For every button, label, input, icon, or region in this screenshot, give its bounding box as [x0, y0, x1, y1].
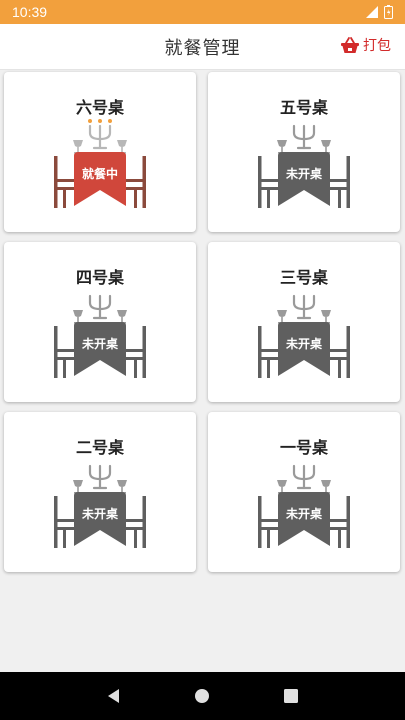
table-name: 一号桌: [279, 438, 328, 457]
app-bar: 就餐管理 打包: [0, 24, 405, 70]
dining-table-icon: 未开桌: [54, 294, 146, 378]
table-status: 未开桌: [81, 506, 119, 521]
table-status: 未开桌: [81, 336, 119, 351]
table-card[interactable]: 五号桌 未开桌: [208, 72, 400, 232]
table-status: 未开桌: [285, 506, 323, 521]
back-triangle-icon: [108, 689, 120, 703]
table-card[interactable]: 四号桌 未开桌: [4, 242, 196, 402]
status-icons: [366, 5, 393, 19]
status-bar: 10:39: [0, 0, 405, 24]
table-name: 二号桌: [75, 438, 124, 457]
table-card[interactable]: 六号桌 就餐中: [4, 72, 196, 232]
recents-square-icon: [283, 689, 298, 703]
table-status: 就餐中: [82, 166, 118, 181]
signal-icon: [366, 6, 378, 18]
table-status: 未开桌: [285, 166, 323, 181]
table-card[interactable]: 三号桌 未开桌: [208, 242, 400, 402]
navigation-bar: [0, 672, 405, 720]
dining-table-icon: 就餐中: [54, 119, 146, 208]
pack-button[interactable]: 打包: [340, 35, 391, 55]
battery-icon: [384, 5, 393, 19]
dining-table-icon: 未开桌: [258, 294, 350, 378]
page-title: 就餐管理: [164, 37, 241, 59]
basket-icon: [341, 37, 359, 53]
status-time: 10:39: [12, 4, 48, 20]
dining-table-icon: 未开桌: [258, 464, 350, 548]
table-name: 三号桌: [279, 268, 328, 287]
dining-table-icon: 未开桌: [54, 464, 146, 548]
pack-label: 打包: [363, 38, 391, 54]
table-card[interactable]: 二号桌 未开桌: [4, 412, 196, 572]
table-name: 五号桌: [279, 98, 328, 117]
dining-table-icon: 未开桌: [258, 124, 350, 208]
back-button[interactable]: [94, 676, 134, 716]
home-button[interactable]: [182, 676, 222, 716]
table-status: 未开桌: [285, 336, 323, 351]
home-circle-icon: [195, 689, 210, 703]
table-grid: 六号桌 就餐中 五号桌 未开桌 四号桌 未开桌 三号桌 未开桌 二号桌 未开桌 一号桌 未开桌: [4, 72, 401, 572]
table-name: 四号桌: [75, 268, 124, 287]
recents-button[interactable]: [271, 676, 311, 716]
table-card[interactable]: 一号桌 未开桌: [208, 412, 400, 572]
table-name: 六号桌: [75, 98, 124, 117]
